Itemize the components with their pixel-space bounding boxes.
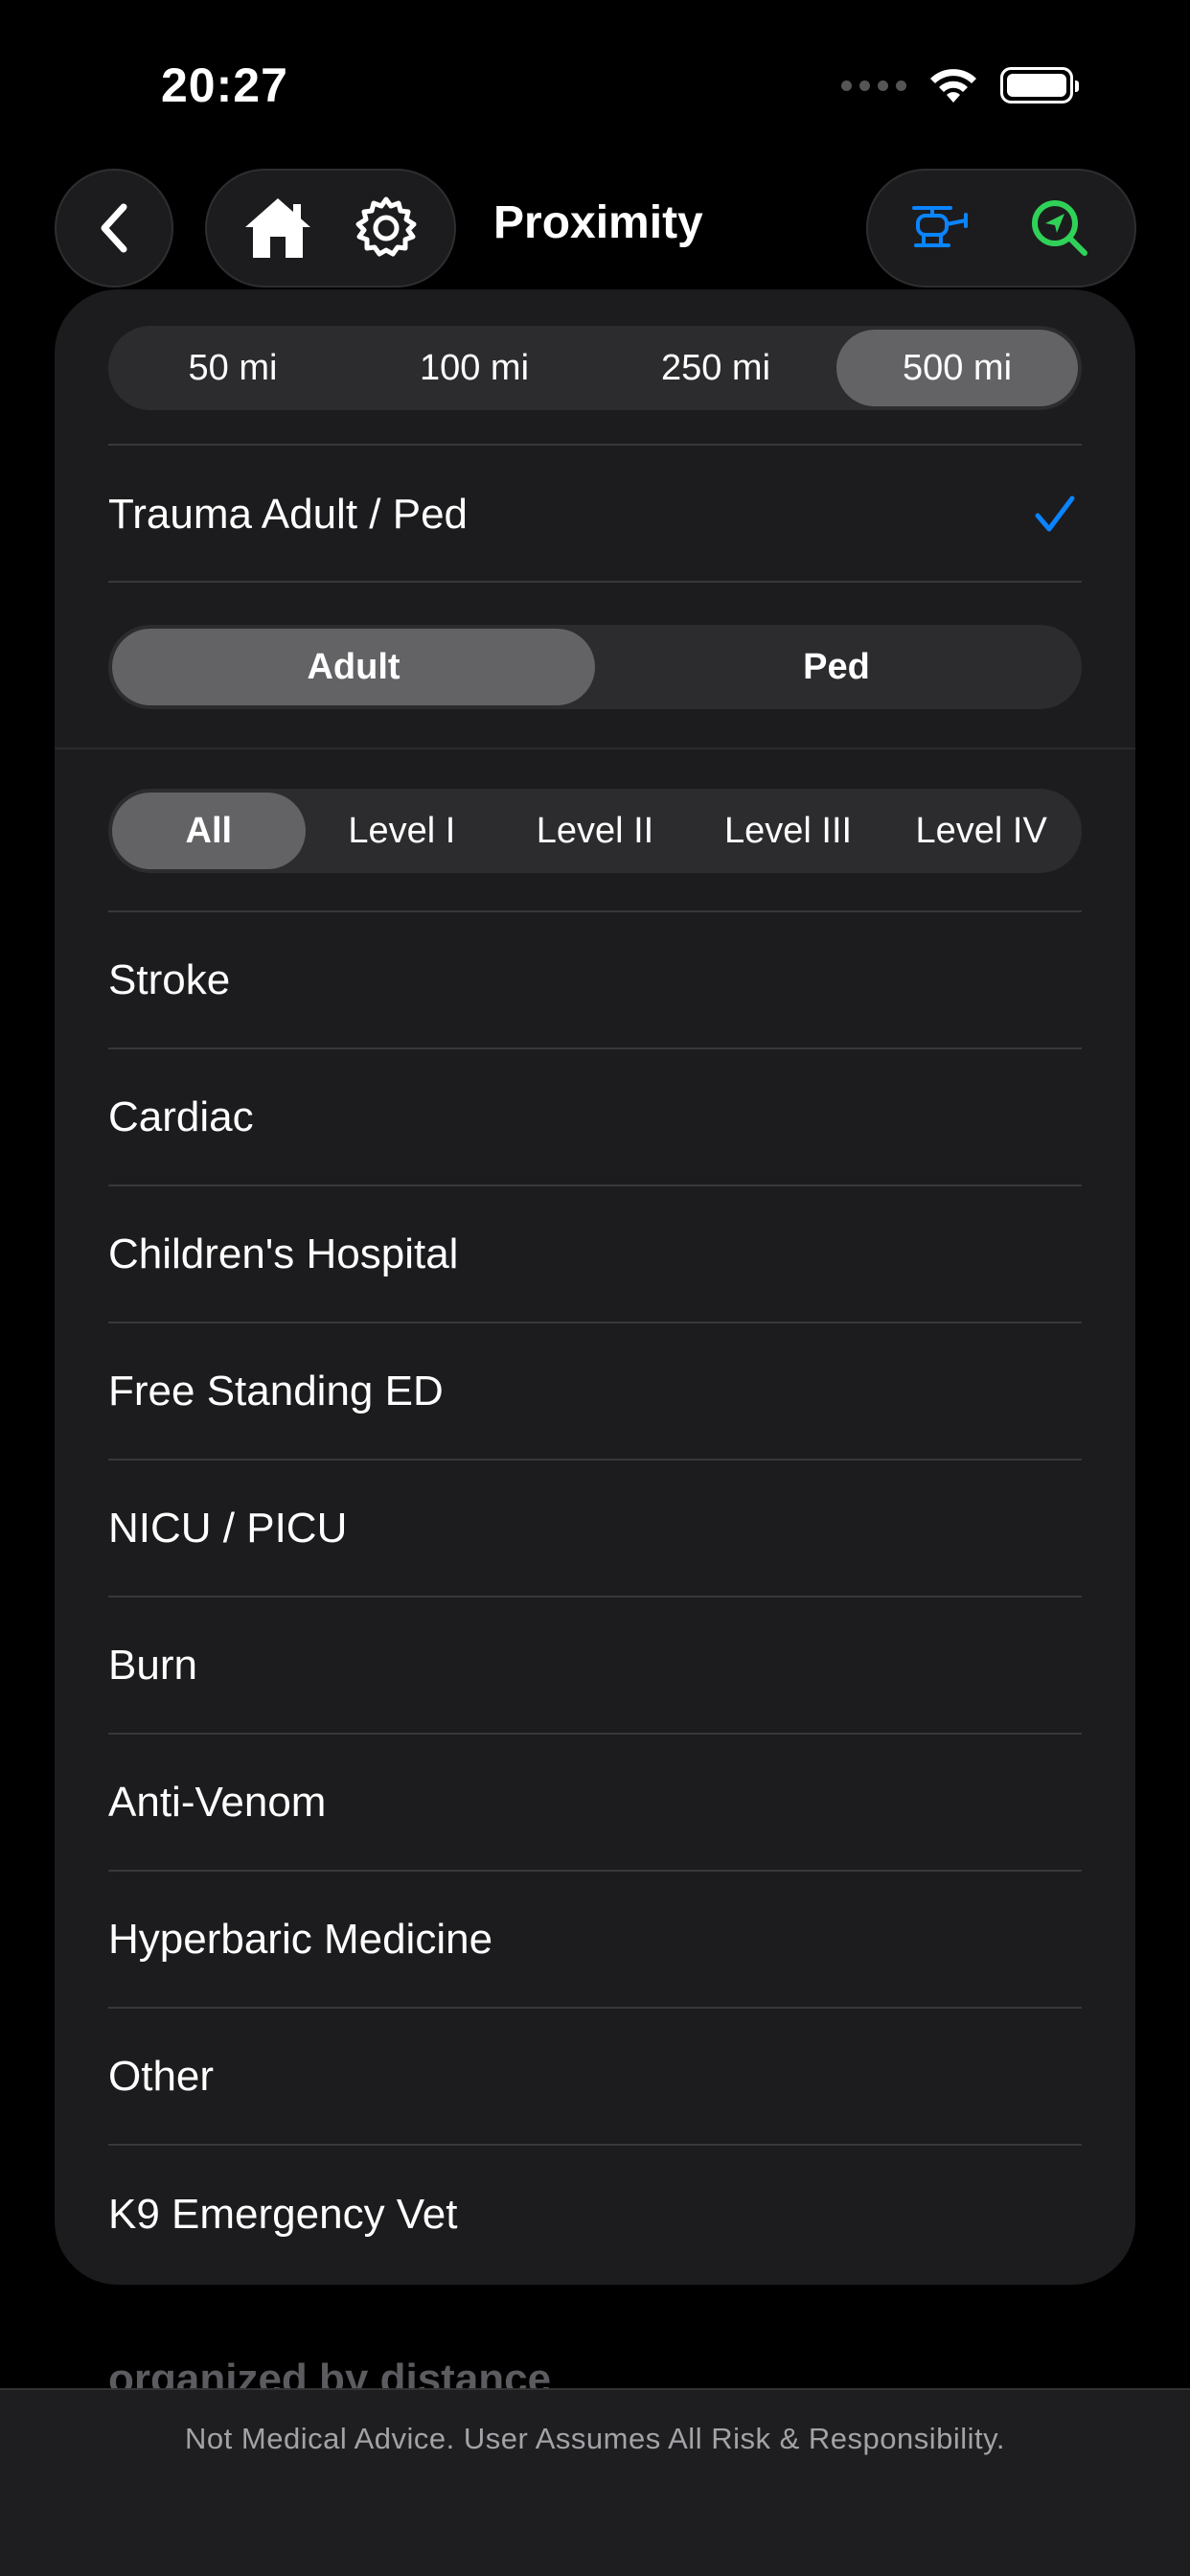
status-icons xyxy=(841,61,1079,109)
divider xyxy=(108,581,1082,583)
list-item-label: K9 Emergency Vet xyxy=(108,2190,458,2238)
section-divider xyxy=(55,748,1135,749)
distance-option-250[interactable]: 250 mi xyxy=(595,330,836,406)
checkmark-icon xyxy=(1035,495,1075,532)
cellular-signal-icon xyxy=(841,80,906,91)
category-other[interactable]: Other xyxy=(108,2009,1082,2146)
home-settings-group xyxy=(205,169,456,288)
trauma-option-label[interactable]: Trauma Adult / Ped xyxy=(108,491,468,539)
category-free-standing-ed[interactable]: Free Standing ED xyxy=(108,1323,1082,1460)
category-burn[interactable]: Burn xyxy=(108,1598,1082,1735)
list-item-label: Anti-Venom xyxy=(108,1778,327,1826)
screen: organized by distance 20:27 Proximity 50… xyxy=(0,0,1190,2576)
distance-option-50[interactable]: 50 mi xyxy=(112,330,354,406)
age-segmented-control: Adult Ped xyxy=(108,625,1082,709)
back-button[interactable] xyxy=(55,169,173,288)
category-cardiac[interactable]: Cardiac xyxy=(108,1049,1082,1186)
distance-option-500[interactable]: 500 mi xyxy=(836,330,1078,406)
chevron-left-icon xyxy=(101,203,127,253)
list-item-label: Burn xyxy=(108,1641,197,1689)
list-item-label: Cardiac xyxy=(108,1092,254,1140)
wifi-icon xyxy=(930,69,976,103)
age-option-adult[interactable]: Adult xyxy=(112,629,595,705)
dynamic-island xyxy=(426,38,764,136)
list-item-label: Other xyxy=(108,2052,215,2100)
age-option-ped[interactable]: Ped xyxy=(595,629,1078,705)
category-stroke[interactable]: Stroke xyxy=(108,912,1082,1049)
level-option-1[interactable]: Level I xyxy=(306,793,499,869)
search-location-icon[interactable] xyxy=(1029,197,1090,259)
list-item-label: NICU / PICU xyxy=(108,1504,348,1552)
category-anti-venom[interactable]: Anti-Venom xyxy=(108,1735,1082,1872)
helicopter-icon[interactable] xyxy=(912,203,972,253)
category-nicu-picu[interactable]: NICU / PICU xyxy=(108,1460,1082,1598)
category-childrens-hospital[interactable]: Children's Hospital xyxy=(108,1186,1082,1323)
level-option-3[interactable]: Level III xyxy=(692,793,885,869)
list-item-label: Children's Hospital xyxy=(108,1230,459,1277)
category-k9-emergency-vet[interactable]: K9 Emergency Vet xyxy=(108,2146,1082,2283)
home-icon[interactable] xyxy=(241,195,314,262)
distance-segmented-control: 50 mi 100 mi 250 mi 500 mi xyxy=(108,326,1082,410)
list-item-label: Hyperbaric Medicine xyxy=(108,1915,493,1963)
level-option-all[interactable]: All xyxy=(112,793,306,869)
distance-option-100[interactable]: 100 mi xyxy=(354,330,595,406)
filter-dropdown-panel: 50 mi 100 mi 250 mi 500 mi Trauma Adult … xyxy=(55,289,1135,2285)
level-segmented-control: All Level I Level II Level III Level IV xyxy=(108,789,1082,873)
battery-icon xyxy=(1000,67,1079,104)
category-hyperbaric-medicine[interactable]: Hyperbaric Medicine xyxy=(108,1872,1082,2009)
page-title: Proximity xyxy=(493,197,703,248)
right-action-group xyxy=(866,169,1136,288)
level-option-4[interactable]: Level IV xyxy=(884,793,1078,869)
disclaimer-text: Not Medical Advice. User Assumes All Ris… xyxy=(185,2422,1005,2455)
footer-bar: Not Medical Advice. User Assumes All Ris… xyxy=(0,2388,1190,2576)
divider xyxy=(108,444,1082,446)
status-time: 20:27 xyxy=(161,58,288,112)
list-item-label: Stroke xyxy=(108,955,231,1003)
list-item-label: Free Standing ED xyxy=(108,1367,444,1414)
gear-icon[interactable] xyxy=(353,195,420,262)
level-option-2[interactable]: Level II xyxy=(498,793,692,869)
